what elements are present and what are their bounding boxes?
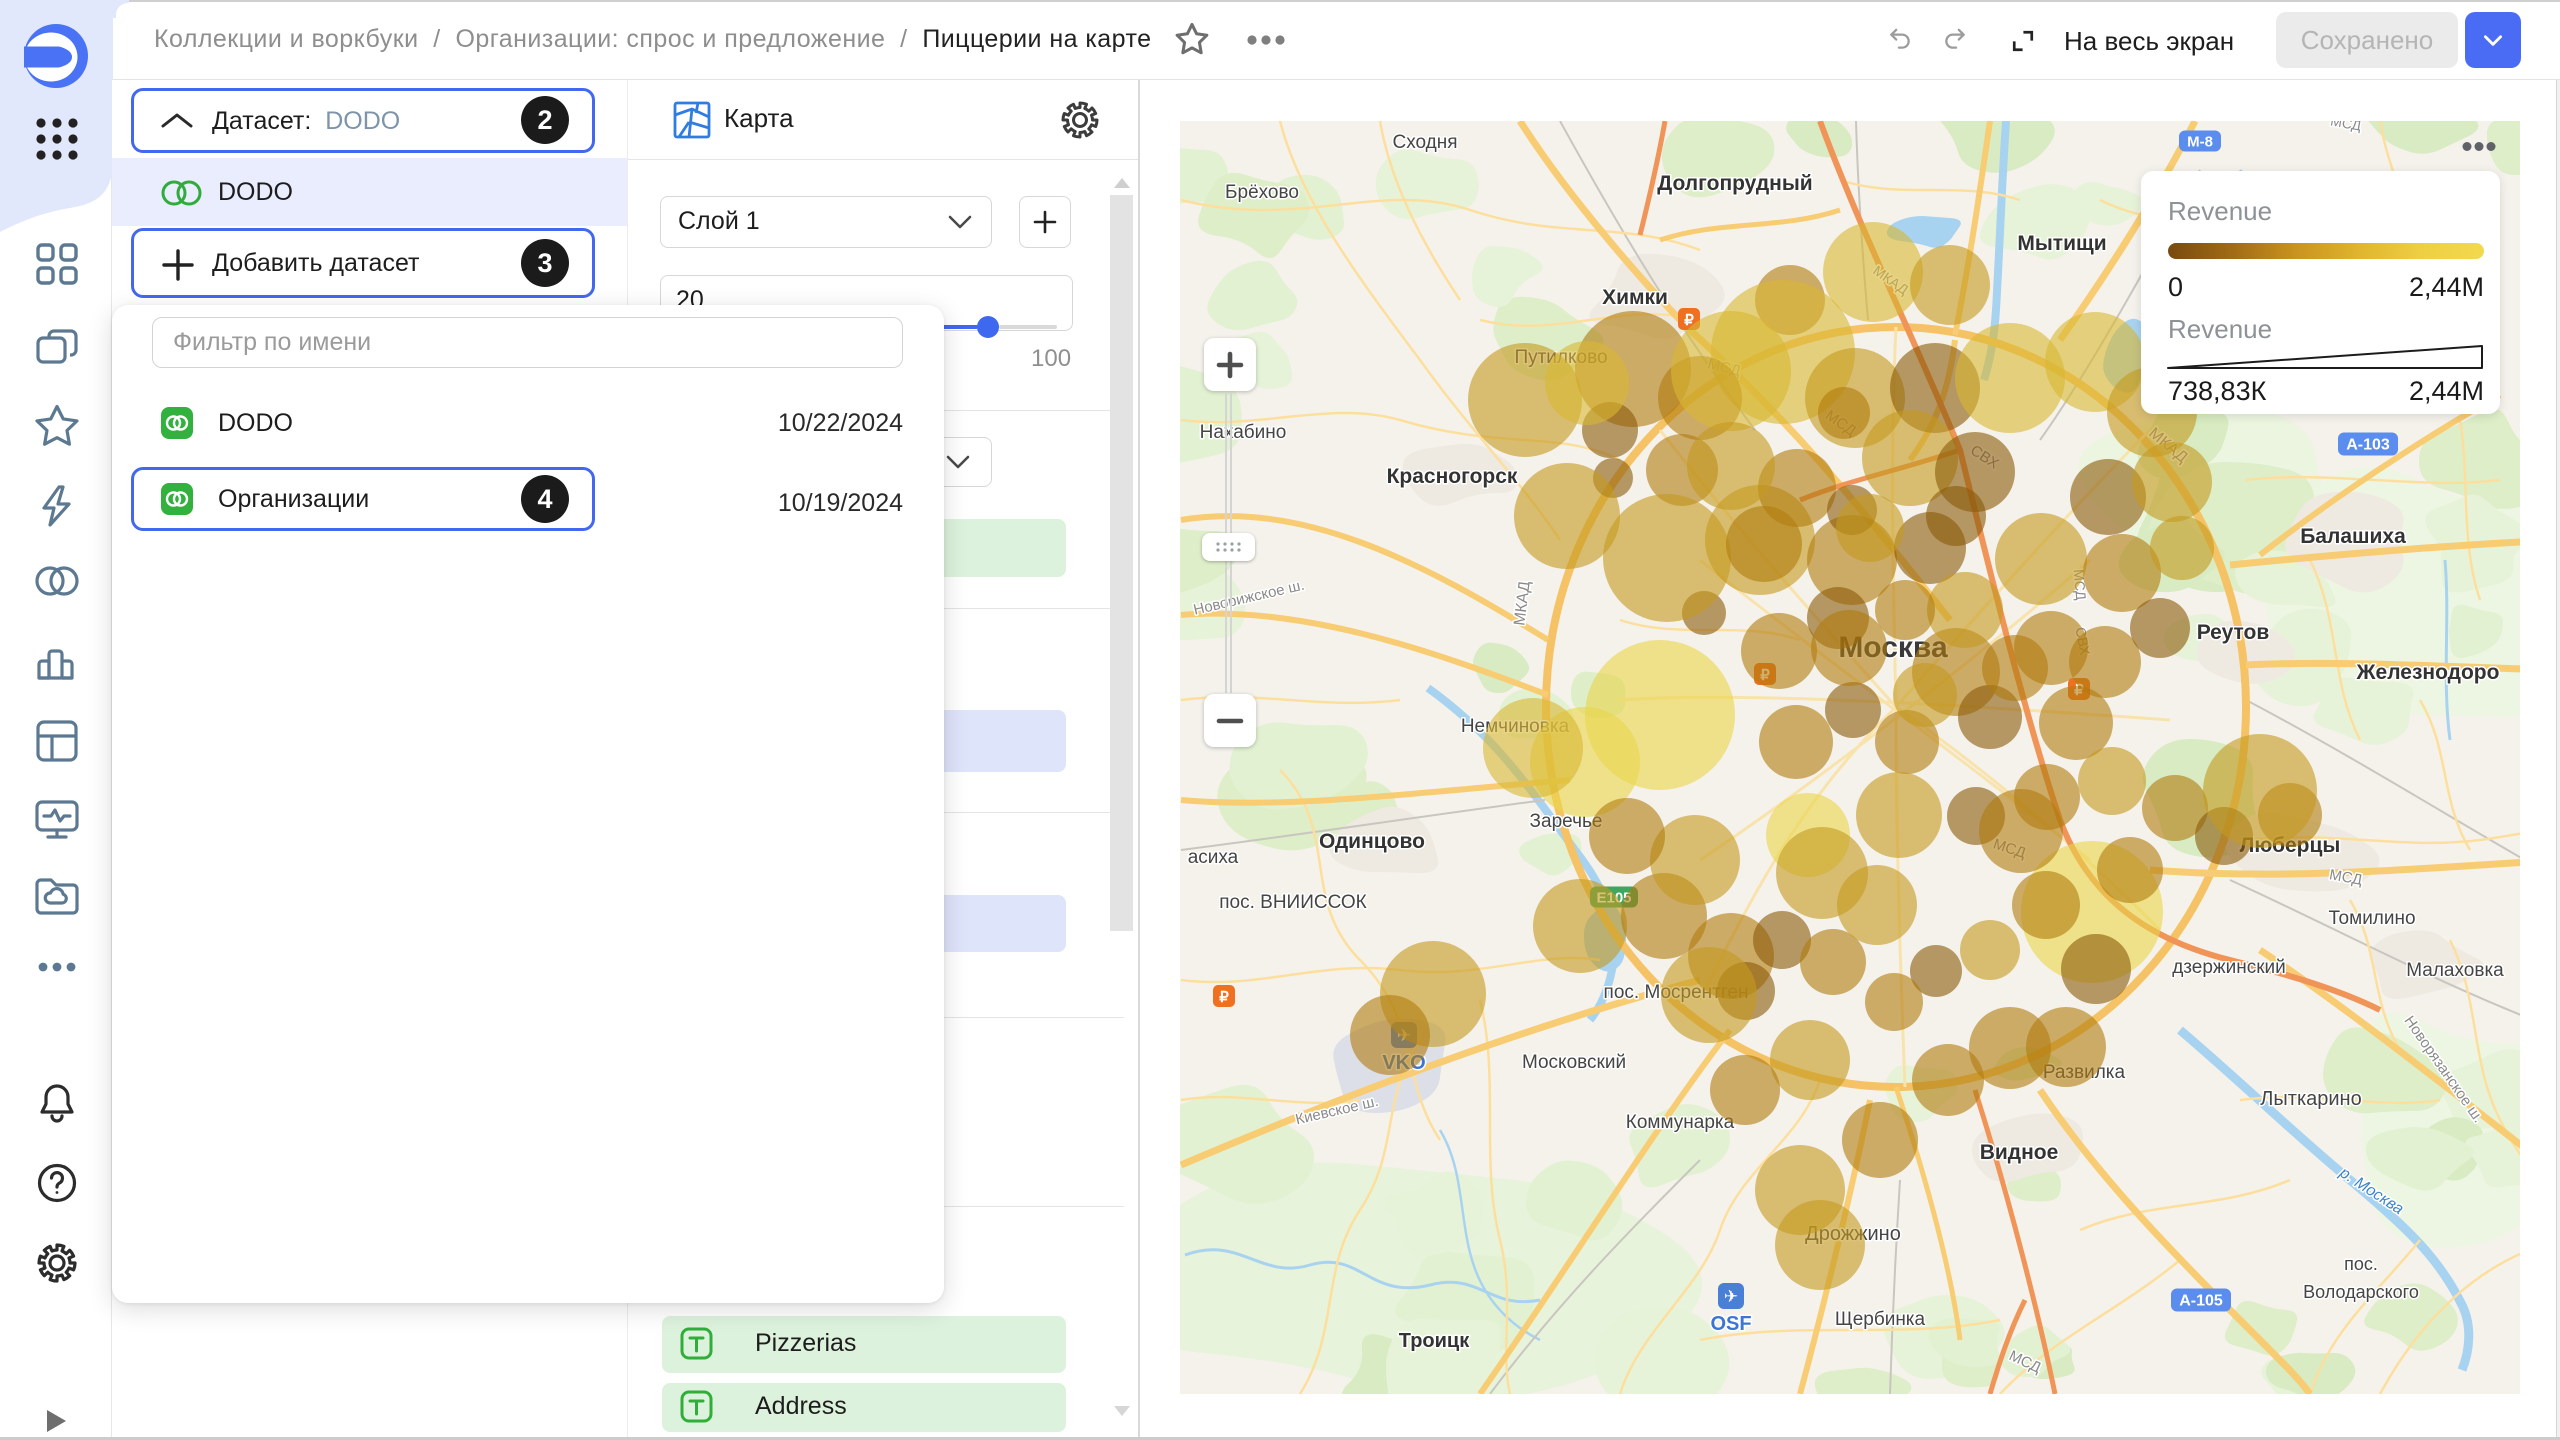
- svg-text:Железнодоро: Железнодоро: [2356, 661, 2500, 684]
- svg-text:дзержинский: дзержинский: [2172, 957, 2286, 978]
- svg-text:OSF: OSF: [1710, 1313, 1751, 1335]
- svg-text:Нахабино: Нахабино: [1200, 422, 1287, 443]
- svg-text:М-8: М-8: [2187, 134, 2213, 151]
- svg-text:✈: ✈: [1724, 1287, 1738, 1306]
- svg-text:пос. ВНИИССОК: пос. ВНИИССОК: [1219, 892, 1367, 913]
- svg-text:Володарского: Володарского: [2303, 1282, 2419, 1302]
- svg-text:Лыткарино: Лыткарино: [2260, 1088, 2361, 1110]
- svg-text:Московский: Московский: [1522, 1052, 1626, 1073]
- svg-text:А-105: А-105: [2179, 1293, 2223, 1310]
- svg-text:Красногорск: Красногорск: [1387, 465, 1518, 488]
- svg-text:Долгопрудный: Долгопрудный: [1657, 172, 1812, 195]
- svg-text:₽: ₽: [1219, 989, 1229, 1006]
- svg-text:Троицк: Троицк: [1399, 1330, 1470, 1352]
- svg-text:Реутов: Реутов: [2197, 621, 2270, 644]
- svg-text:Одинцово: Одинцово: [1319, 830, 1425, 853]
- svg-text:Малаховка: Малаховка: [2406, 960, 2504, 981]
- svg-text:Химки: Химки: [1602, 286, 1668, 309]
- svg-text:Томилино: Томилино: [2328, 908, 2415, 929]
- svg-text:асиха: асиха: [1188, 847, 1239, 868]
- svg-text:Щербинка: Щербинка: [1835, 1309, 1926, 1330]
- svg-text:А-103: А-103: [2346, 437, 2390, 454]
- svg-text:Сходня: Сходня: [1392, 132, 1457, 153]
- svg-text:Мытищи: Мытищи: [2017, 232, 2106, 255]
- svg-text:Коммунарка: Коммунарка: [1626, 1112, 1735, 1133]
- svg-text:пос.: пос.: [2344, 1254, 2378, 1274]
- svg-text:Брёхово: Брёхово: [1225, 182, 1299, 203]
- svg-text:Балашиха: Балашиха: [2300, 525, 2406, 548]
- svg-text:Видное: Видное: [1980, 1141, 2059, 1164]
